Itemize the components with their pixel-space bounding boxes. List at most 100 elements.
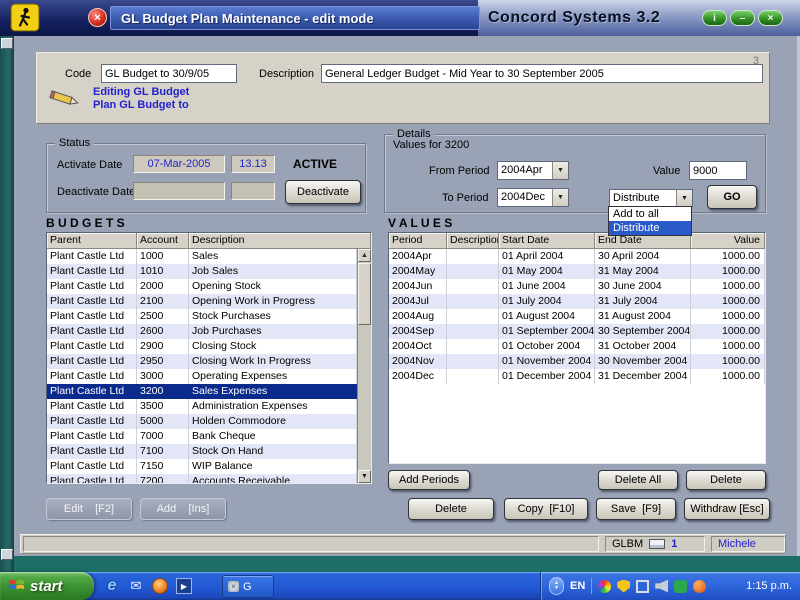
- tray-chevron-button[interactable]: ▲▼: [549, 577, 564, 595]
- budgets-scrollbar[interactable]: ▲ ▼: [357, 249, 371, 483]
- taskbar-window-button[interactable]: × G: [222, 575, 274, 598]
- budget-row[interactable]: Plant Castle Ltd2000Opening Stock: [47, 279, 357, 294]
- values-row[interactable]: 2004Apr01 April 200430 April 20041000.00: [389, 249, 765, 264]
- scroll-down-button[interactable]: ▼: [358, 470, 371, 483]
- delete-all-button[interactable]: Delete All: [598, 470, 678, 490]
- edit-button[interactable]: Edit [F2]: [46, 498, 132, 520]
- dropdown-arrow-icon[interactable]: ▼: [676, 190, 692, 206]
- close-form-button[interactable]: ×: [88, 8, 107, 27]
- add-button[interactable]: Add [Ins]: [140, 498, 226, 520]
- budget-row[interactable]: Plant Castle Ltd7100Stock On Hand: [47, 444, 357, 459]
- tray-display-icon[interactable]: [636, 580, 649, 593]
- budget-row[interactable]: Plant Castle Ltd2600Job Purchases: [47, 324, 357, 339]
- strip-button-top[interactable]: [1, 38, 13, 49]
- value-input[interactable]: [689, 161, 747, 180]
- copy-button[interactable]: Copy [F10]: [504, 498, 588, 520]
- strip-button-bottom[interactable]: [1, 549, 13, 560]
- tray-volume-icon[interactable]: [655, 580, 668, 593]
- go-button[interactable]: GO: [707, 185, 757, 209]
- budget-row[interactable]: Plant Castle Ltd7150WIP Balance: [47, 459, 357, 474]
- cell: Opening Work in Progress: [189, 294, 357, 309]
- start-button[interactable]: start: [0, 572, 94, 600]
- delete-periods-button[interactable]: Delete: [686, 470, 766, 490]
- budget-row[interactable]: Plant Castle Ltd2100Opening Work in Prog…: [47, 294, 357, 309]
- budget-row[interactable]: Plant Castle Ltd3500Administration Expen…: [47, 399, 357, 414]
- values-row[interactable]: 2004Nov01 November 200430 November 20041…: [389, 354, 765, 369]
- description-label: Description: [259, 68, 314, 80]
- column-header[interactable]: Period: [389, 233, 447, 249]
- column-header[interactable]: Account: [137, 233, 189, 249]
- add-periods-button[interactable]: Add Periods: [388, 470, 470, 490]
- window-title-text: GL Budget Plan Maintenance - edit mode: [121, 11, 374, 26]
- taskbar: start e ✉ ▶ × G ▲▼ EN 1:15 p.m.: [0, 572, 800, 600]
- column-header[interactable]: Parent: [47, 233, 137, 249]
- from-period-select[interactable]: 2004Apr ▼: [497, 161, 569, 180]
- tray-messenger-icon[interactable]: [693, 580, 706, 593]
- tray-network-icon[interactable]: [674, 580, 687, 593]
- cell: Accounts Receivable: [189, 474, 357, 483]
- screen: Concord Systems 3.2 × GL Budget Plan Mai…: [0, 0, 800, 600]
- values-row[interactable]: 2004Oct01 October 200431 October 2004100…: [389, 339, 765, 354]
- budget-row[interactable]: Plant Castle Ltd2950Closing Work In Prog…: [47, 354, 357, 369]
- cell: 31 August 2004: [595, 309, 691, 324]
- cell: 01 June 2004: [499, 279, 595, 294]
- values-row[interactable]: 2004Dec01 December 200431 December 20041…: [389, 369, 765, 384]
- cell: 01 August 2004: [499, 309, 595, 324]
- language-indicator[interactable]: EN: [570, 580, 585, 592]
- save-button[interactable]: Save [F9]: [596, 498, 676, 520]
- quicklaunch-media-icon[interactable]: [150, 576, 170, 596]
- dropdown-arrow-icon[interactable]: ▼: [552, 189, 568, 206]
- dropdown-option-add-to-all[interactable]: Add to all: [609, 207, 691, 221]
- to-period-value: 2004Dec: [498, 189, 552, 206]
- budget-row[interactable]: Plant Castle Ltd3000Operating Expenses: [47, 369, 357, 384]
- keyboard-icon: [649, 539, 665, 549]
- quicklaunch-ie-icon[interactable]: e: [102, 576, 122, 596]
- info-button[interactable]: i: [702, 10, 727, 26]
- cell: 5000: [137, 414, 189, 429]
- tray-security-shield-icon[interactable]: [617, 580, 630, 593]
- column-header[interactable]: Start Date: [499, 233, 595, 249]
- budgets-section-title: B U D G E T S: [46, 216, 125, 230]
- budget-row[interactable]: Plant Castle Ltd5000Holden Commodore: [47, 414, 357, 429]
- value-label: Value: [653, 165, 680, 177]
- withdraw-button[interactable]: Withdraw [Esc]: [684, 498, 770, 520]
- column-header[interactable]: Value: [691, 233, 765, 249]
- deactivate-button[interactable]: Deactivate: [285, 180, 361, 204]
- budget-row[interactable]: Plant Castle Ltd7200Accounts Receivable: [47, 474, 357, 483]
- column-header[interactable]: Description: [189, 233, 371, 249]
- record-count: 1: [671, 538, 677, 550]
- code-label: Code: [65, 68, 91, 80]
- budget-row[interactable]: Plant Castle Ltd7000Bank Cheque: [47, 429, 357, 444]
- values-for-label: Values for 3200: [393, 139, 469, 151]
- to-period-select[interactable]: 2004Dec ▼: [497, 188, 569, 207]
- deactivate-date-field: [133, 182, 225, 200]
- values-row[interactable]: 2004Jun01 June 200430 June 20041000.00: [389, 279, 765, 294]
- column-header[interactable]: Description: [447, 233, 499, 249]
- values-row[interactable]: 2004Sep01 September 200430 September 200…: [389, 324, 765, 339]
- scroll-up-button[interactable]: ▲: [358, 249, 371, 262]
- scroll-thumb[interactable]: [358, 263, 371, 325]
- close-app-button[interactable]: ×: [758, 10, 783, 26]
- values-row[interactable]: 2004Aug01 August 200431 August 20041000.…: [389, 309, 765, 324]
- cell: Administration Expenses: [189, 399, 357, 414]
- budget-row[interactable]: Plant Castle Ltd1000Sales: [47, 249, 357, 264]
- values-row[interactable]: 2004Jul01 July 200431 July 20041000.00: [389, 294, 765, 309]
- minimize-button[interactable]: –: [730, 10, 755, 26]
- budget-row[interactable]: Plant Castle Ltd3200Sales Expenses: [47, 384, 357, 399]
- delete-button[interactable]: Delete: [408, 498, 494, 520]
- budget-row[interactable]: Plant Castle Ltd2900Closing Stock: [47, 339, 357, 354]
- quicklaunch-mail-icon[interactable]: ✉: [126, 576, 146, 596]
- dropdown-option-distribute[interactable]: Distribute: [609, 221, 691, 235]
- tray-swirl-icon[interactable]: [598, 580, 611, 593]
- budget-row[interactable]: Plant Castle Ltd2500Stock Purchases: [47, 309, 357, 324]
- cell: Plant Castle Ltd: [47, 384, 137, 399]
- cell: [447, 354, 499, 369]
- description-input[interactable]: [321, 64, 763, 83]
- code-input[interactable]: [101, 64, 237, 83]
- budget-row[interactable]: Plant Castle Ltd1010Job Sales: [47, 264, 357, 279]
- cell: 1000.00: [691, 354, 765, 369]
- values-row[interactable]: 2004May01 May 200431 May 20041000.00: [389, 264, 765, 279]
- distribute-action-select[interactable]: Distribute ▼: [609, 189, 693, 207]
- quicklaunch-player-icon[interactable]: ▶: [174, 576, 194, 596]
- dropdown-arrow-icon[interactable]: ▼: [552, 162, 568, 179]
